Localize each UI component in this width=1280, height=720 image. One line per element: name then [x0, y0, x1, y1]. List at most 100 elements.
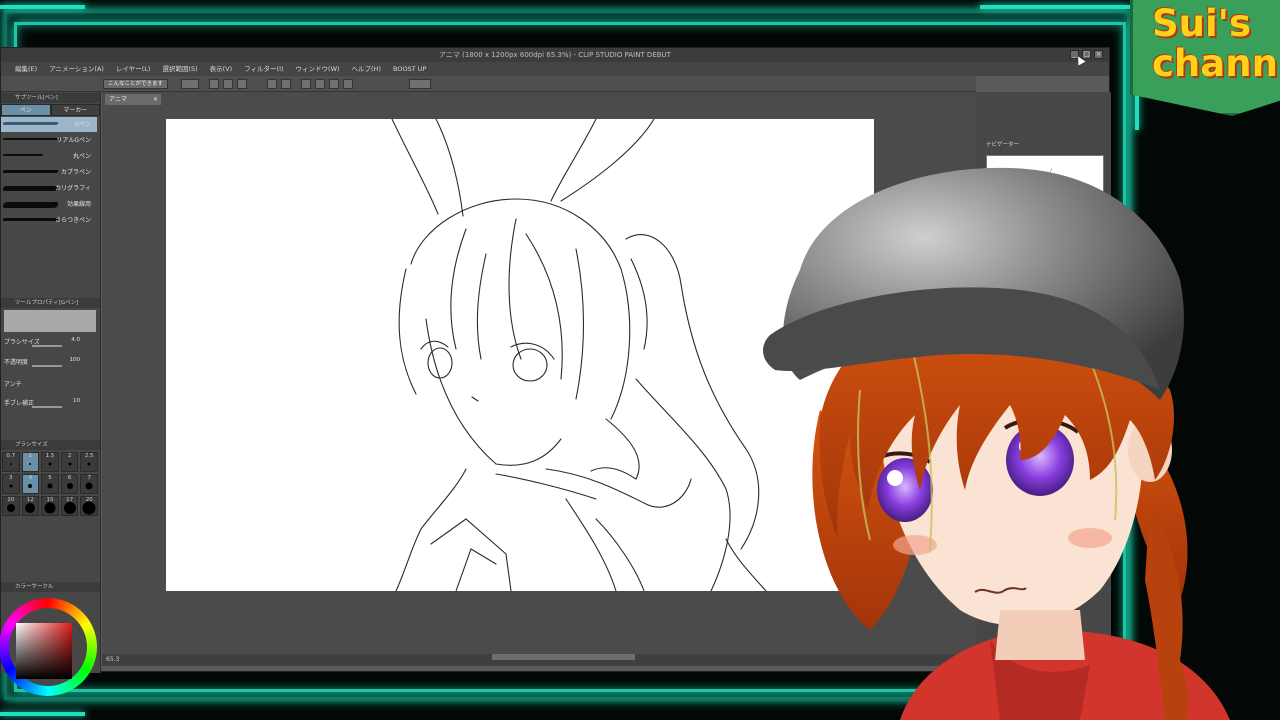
size-preset-label: 4 — [28, 475, 33, 481]
stabilization-label: 手ブレ補正 — [4, 400, 35, 407]
size-dot — [47, 483, 53, 489]
menu-item[interactable]: BOOST UP — [393, 62, 426, 76]
size-dot — [87, 462, 91, 466]
size-preset[interactable]: 12 — [21, 496, 40, 516]
brush-size-value: 4.0 — [71, 337, 80, 343]
brush-item[interactable]: 丸ペン — [1, 149, 97, 164]
transform-icon[interactable] — [301, 79, 311, 89]
size-preset-label: 5 — [48, 475, 52, 481]
channel-badge-text: Sui's chann — [1152, 4, 1278, 84]
color-wheel[interactable] — [0, 598, 97, 696]
menu-item[interactable]: ウィンドウ(W) — [296, 62, 340, 76]
stabilization-slider[interactable] — [32, 406, 62, 408]
size-dot — [25, 502, 36, 513]
brush-stroke-preview — [2, 218, 59, 221]
brush-label: リアルGペン — [56, 137, 91, 144]
select-icon[interactable] — [315, 79, 325, 89]
size-preset-label: 1 — [28, 453, 33, 459]
size-preset[interactable]: 1 — [21, 452, 40, 472]
menu-item[interactable]: 選択範囲(S) — [162, 62, 197, 76]
brush-label: 効果線用 — [66, 201, 91, 208]
size-preset[interactable]: 15 — [41, 496, 59, 516]
brush-item[interactable]: リアルGペン — [1, 133, 97, 148]
size-dot — [44, 502, 56, 514]
size-preset-label: 10 — [7, 497, 15, 503]
horizontal-scrollbar[interactable] — [492, 654, 635, 660]
size-preset-label: 3 — [9, 475, 13, 481]
new-file-icon[interactable] — [209, 79, 219, 89]
menu-item[interactable]: 表示(V) — [210, 62, 233, 76]
redo-icon[interactable] — [281, 79, 291, 89]
size-dot — [9, 484, 13, 488]
avatar-illustration — [763, 167, 1230, 720]
opacity-row[interactable]: 不透明度 100 — [4, 357, 96, 369]
undo-icon[interactable] — [267, 79, 277, 89]
size-dot — [66, 482, 73, 489]
size-preset[interactable]: 2 — [60, 452, 79, 472]
quick-access-label[interactable]: こんなことができます — [103, 79, 169, 89]
channel-badge-line-1: Sui's — [1152, 2, 1252, 45]
size-dot — [68, 462, 72, 466]
menu-item[interactable]: レイヤー(L) — [116, 62, 151, 76]
size-preset[interactable]: 6 — [60, 474, 79, 494]
saturation-value-square[interactable] — [16, 623, 72, 679]
brush-item[interactable]: 効果線用 — [1, 197, 97, 212]
menu-item[interactable]: フィルター(I) — [244, 62, 283, 76]
brush-size-row[interactable]: ブラシサイズ 4.0 — [4, 337, 96, 349]
brush-item[interactable]: Gペン — [1, 117, 97, 132]
size-preset[interactable]: 3 — [2, 474, 20, 494]
size-preset[interactable]: 1.5 — [41, 452, 59, 472]
vtuber-avatar — [760, 160, 1280, 720]
deselect-icon[interactable] — [343, 79, 353, 89]
document-tab-label: アニマ — [109, 96, 127, 103]
tab-pen[interactable]: ペン — [1, 104, 51, 116]
anti-alias-label: アンチ — [4, 381, 22, 388]
size-preset[interactable]: 0.7 — [2, 452, 20, 472]
size-preset[interactable]: 20 — [80, 496, 98, 516]
brush-item[interactable]: カリグラフィ — [1, 181, 97, 196]
help-icon[interactable] — [409, 79, 431, 89]
stabilization-row[interactable]: 手ブレ補正 10 — [4, 398, 96, 410]
save-icon[interactable] — [237, 79, 247, 89]
brush-label: カブラペン — [60, 169, 91, 176]
opacity-slider[interactable] — [32, 365, 62, 367]
size-preset[interactable]: 2.5 — [80, 452, 98, 472]
size-preset[interactable]: 7 — [80, 474, 98, 494]
menu-item[interactable]: アニメーション(A) — [49, 62, 104, 76]
size-preset-label: 2 — [67, 453, 72, 459]
open-file-icon[interactable] — [223, 79, 233, 89]
size-dot — [29, 462, 32, 465]
menu-item[interactable]: 編集(E) — [15, 62, 37, 76]
tool-preview — [4, 310, 96, 332]
size-preset[interactable]: 10 — [2, 496, 20, 516]
brush-item[interactable]: さらつきペン — [1, 213, 97, 228]
menu-item[interactable]: ヘルプ(H) — [352, 62, 381, 76]
size-dot — [48, 462, 52, 466]
sub-tool-panel-header: サブツール[ペン] — [1, 93, 100, 103]
size-preset[interactable]: 4 — [21, 474, 40, 494]
tab-marker[interactable]: マーカー — [50, 104, 100, 116]
size-preset-label: 2.5 — [84, 453, 94, 459]
close-tab-icon[interactable]: × — [153, 94, 158, 105]
size-dot — [63, 501, 76, 514]
anti-alias-row[interactable]: アンチ — [4, 379, 96, 391]
brush-label: さらつきペン — [54, 217, 91, 224]
brush-stroke-preview — [2, 154, 44, 156]
eye-icon[interactable] — [181, 79, 199, 89]
tool-property-header: ツールプロパティ[Gペン] — [1, 298, 100, 308]
size-preset[interactable]: 5 — [41, 474, 59, 494]
menu-bar: 編集(E) アニメーション(A) レイヤー(L) 選択範囲(S) 表示(V) フ… — [1, 62, 1109, 76]
navigator-header: ナビゲーター — [986, 142, 1020, 148]
fill-icon[interactable] — [329, 79, 339, 89]
document-tab[interactable]: アニマ × — [105, 94, 161, 105]
brush-label: カリグラフィ — [55, 185, 91, 192]
size-preset[interactable]: 17 — [60, 496, 79, 516]
frame-accent-top-left — [0, 5, 85, 9]
size-preset-label: 7 — [87, 475, 91, 481]
brush-item[interactable]: カブラペン — [1, 165, 97, 180]
close-button[interactable]: × — [1094, 50, 1103, 59]
frame-accent-bottom-left — [0, 712, 85, 716]
brush-size-slider[interactable] — [32, 345, 62, 347]
color-wheel-header: カラーサークル — [1, 582, 100, 592]
sub-tool-tabs: ペン マーカー — [1, 104, 100, 116]
